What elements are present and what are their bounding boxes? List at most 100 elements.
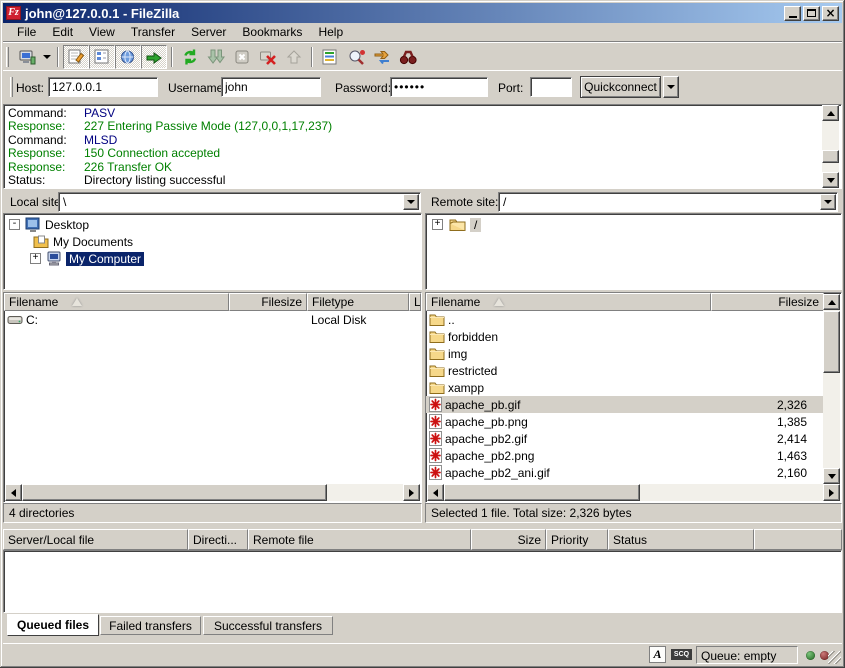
file-row[interactable]: xampp bbox=[426, 379, 824, 396]
menu-item[interactable]: View bbox=[81, 24, 123, 40]
file-row[interactable]: apache_pb2.gif 2,414 bbox=[426, 430, 824, 447]
file-name: img bbox=[448, 347, 467, 361]
menu-item[interactable]: File bbox=[9, 24, 44, 40]
menu-item[interactable]: Server bbox=[183, 24, 234, 40]
local-site-combo[interactable]: \ bbox=[58, 192, 421, 212]
synchronized-browsing-button[interactable] bbox=[369, 45, 395, 69]
column-header-filesize[interactable]: Filesize bbox=[229, 293, 307, 311]
password-input[interactable] bbox=[390, 77, 488, 97]
scroll-thumb[interactable] bbox=[823, 311, 840, 373]
local-list-hscrollbar[interactable] bbox=[5, 484, 420, 501]
remote-list-hscrollbar[interactable] bbox=[427, 484, 840, 501]
column-header-filetype[interactable]: Filetype bbox=[307, 293, 409, 311]
toggle-message-log-button[interactable] bbox=[63, 45, 89, 69]
expand-toggle[interactable]: + bbox=[30, 253, 41, 264]
file-row[interactable]: apache_pb2.png 1,463 bbox=[426, 447, 824, 464]
tab-failed-transfers[interactable]: Failed transfers bbox=[100, 616, 201, 635]
compare-directories-button[interactable] bbox=[343, 45, 369, 69]
scroll-down-button[interactable] bbox=[822, 172, 839, 188]
expand-toggle[interactable]: + bbox=[432, 219, 443, 230]
file-row[interactable]: apache_pb.gif 2,326 bbox=[426, 396, 824, 413]
tab-successful-transfers[interactable]: Successful transfers bbox=[203, 616, 333, 635]
disconnect-button[interactable] bbox=[255, 45, 281, 69]
site-manager-button[interactable] bbox=[14, 45, 40, 69]
file-row[interactable]: .. bbox=[426, 311, 824, 328]
column-header-direction[interactable]: Directi... bbox=[188, 529, 248, 550]
port-input[interactable] bbox=[530, 77, 572, 97]
menu-item[interactable]: Help bbox=[310, 24, 351, 40]
refresh-button[interactable] bbox=[177, 45, 203, 69]
reconnect-button[interactable] bbox=[281, 45, 307, 69]
file-name: apache_pb2.gif bbox=[445, 432, 527, 446]
close-button[interactable]: × bbox=[822, 6, 839, 21]
collapse-toggle[interactable]: - bbox=[9, 219, 20, 230]
toolbar-grip[interactable] bbox=[6, 47, 9, 67]
cancel-button[interactable] bbox=[229, 45, 255, 69]
tree-item-desktop[interactable]: - Desktop bbox=[4, 216, 421, 233]
tab-queued-files[interactable]: Queued files bbox=[7, 614, 99, 636]
scroll-right-button[interactable] bbox=[823, 484, 840, 501]
log-scrollbar[interactable] bbox=[822, 105, 839, 188]
maximize-button[interactable] bbox=[803, 6, 820, 21]
toggle-local-tree-button[interactable] bbox=[89, 45, 115, 69]
filter-button[interactable] bbox=[317, 45, 343, 69]
column-header-priority[interactable]: Priority bbox=[546, 529, 608, 550]
column-header-status[interactable]: Status bbox=[608, 529, 754, 550]
menu-item[interactable]: Bookmarks bbox=[234, 24, 310, 40]
transfer-type-indicator[interactable]: A bbox=[649, 646, 666, 663]
speed-limits-badge[interactable]: SCQ bbox=[671, 649, 692, 660]
resize-grip-icon[interactable] bbox=[828, 651, 841, 664]
queue-body[interactable] bbox=[3, 550, 842, 613]
queue-tabs: Queued files Failed transfers Successful… bbox=[3, 614, 842, 638]
file-row[interactable]: C: Local Disk bbox=[4, 311, 421, 328]
username-input[interactable] bbox=[221, 77, 321, 97]
maximize-icon bbox=[807, 9, 816, 17]
menu-item[interactable]: Edit bbox=[44, 24, 81, 40]
find-files-button[interactable] bbox=[395, 45, 421, 69]
scroll-down-button[interactable] bbox=[823, 468, 840, 484]
menu-bar: FileEditViewTransferServerBookmarksHelp bbox=[3, 23, 842, 42]
quickconnect-grip[interactable] bbox=[10, 77, 13, 97]
toggle-transfer-queue-button[interactable] bbox=[141, 45, 167, 69]
column-header-last-modified[interactable]: L bbox=[409, 293, 421, 311]
quickconnect-dropdown[interactable] bbox=[663, 76, 679, 98]
arrow-right-icon bbox=[409, 489, 414, 497]
process-queue-button[interactable] bbox=[203, 45, 229, 69]
tree-item-my-computer[interactable]: + My Computer bbox=[4, 250, 421, 267]
scroll-track[interactable] bbox=[822, 121, 839, 172]
scroll-up-button[interactable] bbox=[823, 294, 840, 310]
status-bar: A SCQ Queue: empty bbox=[3, 643, 842, 665]
tree-item-my-documents[interactable]: My Documents bbox=[4, 233, 421, 250]
tree-item-root[interactable]: + / bbox=[426, 216, 841, 233]
scroll-up-button[interactable] bbox=[822, 105, 839, 121]
column-header-server-local-file[interactable]: Server/Local file bbox=[3, 529, 188, 550]
remote-list-vscrollbar[interactable] bbox=[823, 294, 840, 484]
host-input[interactable] bbox=[48, 77, 158, 97]
minimize-button[interactable] bbox=[784, 6, 801, 21]
column-header-filename[interactable]: Filename bbox=[4, 293, 229, 311]
column-header-remote-file[interactable]: Remote file bbox=[248, 529, 471, 550]
remote-site-combo[interactable]: / bbox=[498, 192, 838, 212]
file-row[interactable]: forbidden bbox=[426, 328, 824, 345]
toggle-remote-tree-button[interactable] bbox=[115, 45, 141, 69]
column-header-filename[interactable]: Filename bbox=[426, 293, 711, 311]
file-row[interactable]: img bbox=[426, 345, 824, 362]
file-row[interactable]: apache_pb.png 1,385 bbox=[426, 413, 824, 430]
scroll-thumb[interactable] bbox=[22, 484, 327, 501]
menu-item[interactable]: Transfer bbox=[123, 24, 183, 40]
scroll-left-button[interactable] bbox=[427, 484, 444, 501]
scroll-right-button[interactable] bbox=[403, 484, 420, 501]
quickconnect-button[interactable]: Quickconnect bbox=[580, 76, 661, 98]
column-header-filesize[interactable]: Filesize bbox=[711, 293, 824, 311]
local-site-value: \ bbox=[63, 195, 66, 209]
green-status-light bbox=[806, 651, 815, 660]
scroll-thumb[interactable] bbox=[822, 150, 839, 163]
site-manager-dropdown[interactable] bbox=[40, 45, 53, 69]
scroll-left-button[interactable] bbox=[5, 484, 22, 501]
combo-dropdown-button[interactable] bbox=[403, 194, 419, 210]
file-row[interactable]: restricted bbox=[426, 362, 824, 379]
file-row[interactable]: apache_pb2_ani.gif 2,160 bbox=[426, 464, 824, 481]
scroll-thumb[interactable] bbox=[444, 484, 640, 501]
combo-dropdown-button[interactable] bbox=[820, 194, 836, 210]
column-header-size[interactable]: Size bbox=[471, 529, 546, 550]
